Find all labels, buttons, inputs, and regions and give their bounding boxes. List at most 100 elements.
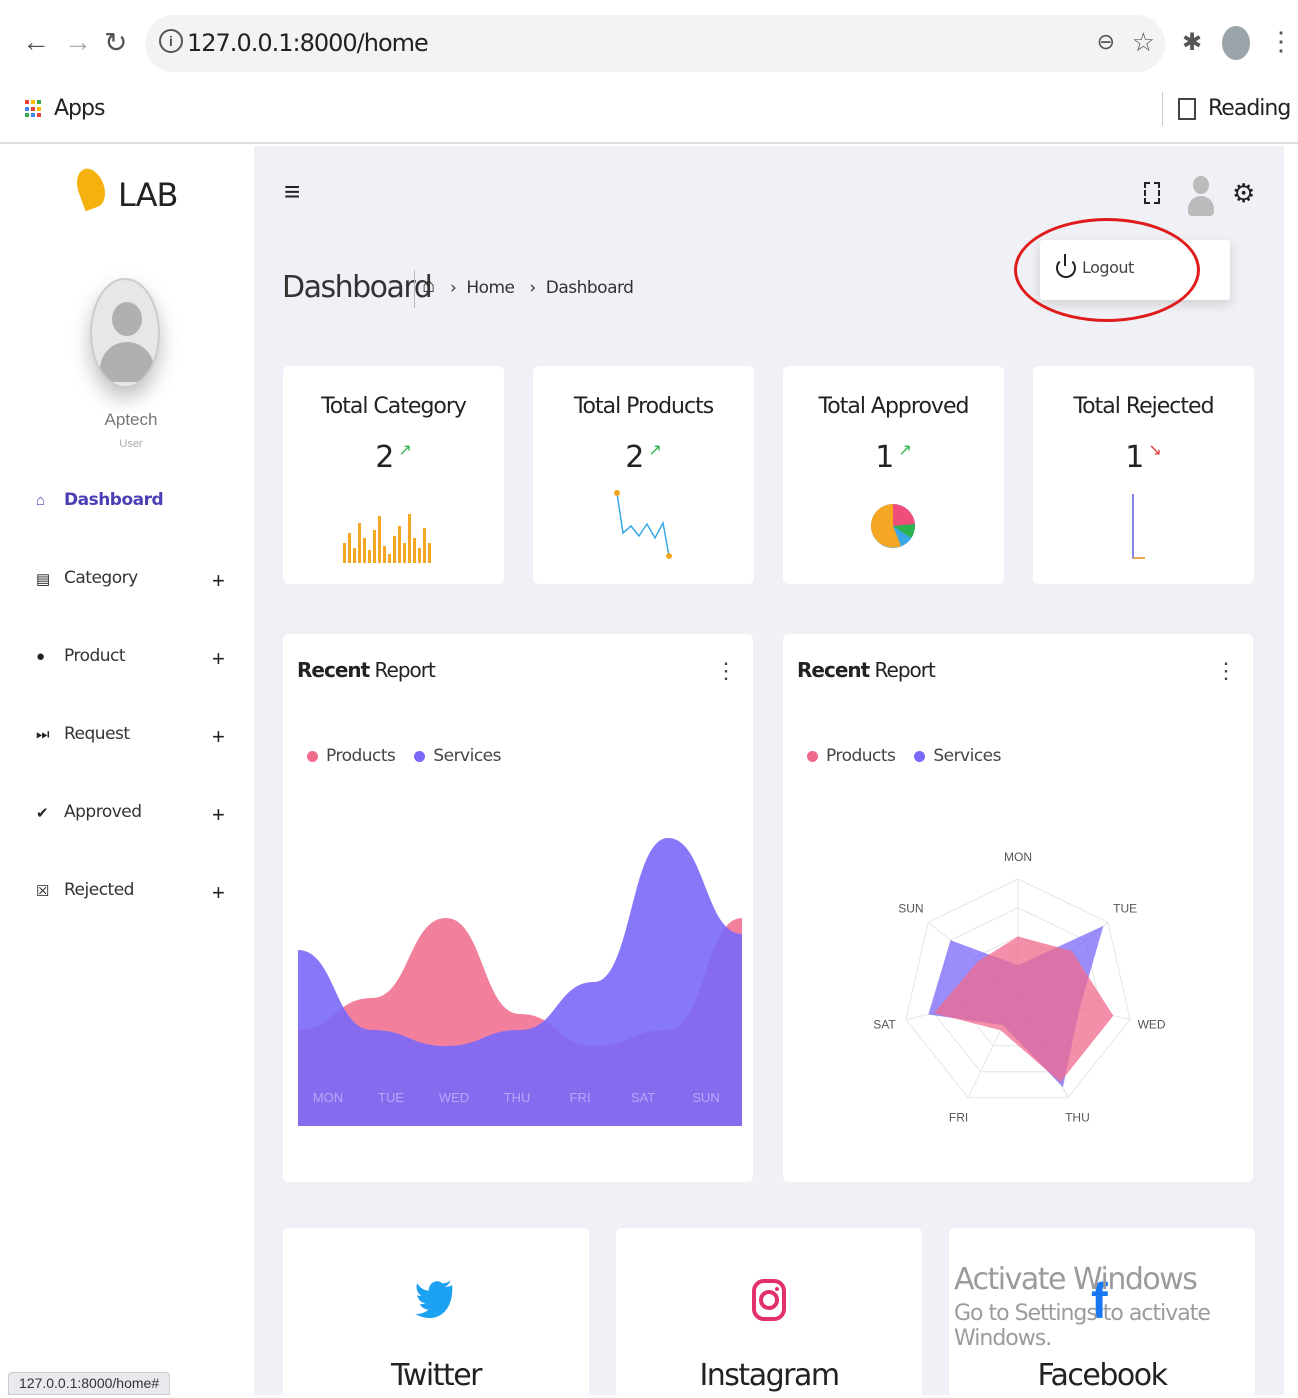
breadcrumb-home[interactable]: Home bbox=[466, 278, 515, 298]
legend-dot-products bbox=[807, 750, 818, 762]
legend-label: Services bbox=[433, 746, 501, 766]
expand-icon[interactable]: + bbox=[212, 724, 225, 750]
more-menu-icon[interactable]: ⋮ bbox=[1268, 26, 1294, 57]
card-title: Recent Report bbox=[797, 658, 936, 682]
leaf-logo-icon bbox=[71, 164, 111, 212]
radar-axis-label: TUE bbox=[1113, 902, 1137, 916]
main-content: ≡ ⚙ Logout Dashboard ⌂ › Home › Dashboard … bbox=[254, 146, 1284, 1398]
social-name: Facebook bbox=[1037, 1358, 1168, 1393]
sidebar: LAB Aptech User ⌂ Dashboard ▤ Category +… bbox=[8, 146, 254, 1395]
sidebar-item-label: Dashboard bbox=[64, 490, 164, 510]
x-tick-label: TUE bbox=[378, 1090, 404, 1105]
fullscreen-icon[interactable] bbox=[1144, 182, 1160, 204]
social-name: Twitter bbox=[390, 1358, 483, 1393]
stat-value: 2 bbox=[375, 440, 395, 475]
windows-activation-watermark: Activate Windows Go to Settings to activ… bbox=[954, 1262, 1211, 1351]
reading-list-label[interactable]: Reading list bbox=[1208, 96, 1298, 121]
sidebar-item-label: Category bbox=[64, 568, 138, 588]
stat-card-category: Total Category 2 ↗ bbox=[283, 366, 504, 584]
apps-label[interactable]: Apps bbox=[54, 96, 105, 121]
expand-icon[interactable]: + bbox=[212, 802, 225, 828]
stat-title: Total Rejected bbox=[1073, 394, 1214, 419]
recent-report-card-radar: Recent Report ⋮ Products Services MON TUE… bbox=[783, 634, 1253, 1182]
back-icon[interactable]: ← bbox=[22, 26, 50, 58]
check-circle-icon: ✔ bbox=[36, 805, 49, 822]
more-options-icon[interactable]: ⋮ bbox=[715, 660, 737, 682]
reading-list-icon[interactable] bbox=[1178, 98, 1196, 120]
info-icon[interactable]: i bbox=[159, 29, 183, 53]
apps-icon[interactable] bbox=[25, 100, 43, 118]
profile-avatar-icon[interactable] bbox=[1188, 176, 1214, 216]
legend-dot-services bbox=[414, 750, 426, 762]
extensions-icon[interactable]: ✱ bbox=[1182, 28, 1202, 57]
x-tick-label: MON bbox=[313, 1090, 343, 1105]
expand-icon[interactable]: + bbox=[212, 568, 225, 594]
expand-icon[interactable]: + bbox=[212, 880, 225, 906]
radar-axis-label: MON bbox=[1004, 850, 1032, 864]
user-avatar bbox=[90, 278, 160, 393]
radar-axis-label: FRI bbox=[949, 1110, 968, 1124]
area-series-services bbox=[298, 838, 742, 1126]
profile-avatar-icon[interactable] bbox=[1222, 26, 1250, 60]
home-icon: ⌂ bbox=[36, 492, 46, 509]
radar-chart: MON TUE WED THU FRI SAT SUN bbox=[873, 850, 1166, 1124]
list-icon: ▤ bbox=[36, 571, 51, 588]
x-tick-label: THU bbox=[504, 1090, 531, 1105]
radar-axis-label: THU bbox=[1065, 1110, 1090, 1124]
x-tick-label: FRI bbox=[570, 1090, 591, 1105]
legend-label: Services bbox=[933, 746, 1001, 766]
sidebar-item-category[interactable]: ▤ Category + bbox=[36, 568, 236, 598]
divider bbox=[1162, 92, 1163, 126]
breadcrumb-current: Dashboard bbox=[545, 278, 634, 298]
reload-icon[interactable]: ↻ bbox=[104, 26, 127, 59]
bookmark-star-icon[interactable]: ☆ bbox=[1132, 27, 1155, 58]
radar-axis-label: SAT bbox=[873, 1017, 896, 1031]
annotation-circle bbox=[1014, 218, 1200, 322]
trend-up-icon: ↗ bbox=[398, 440, 412, 459]
stat-card-rejected: Total Rejected 1 ↘ bbox=[1033, 366, 1254, 584]
sparkline-drop bbox=[1132, 494, 1145, 559]
home-icon[interactable]: ⌂ bbox=[422, 272, 435, 298]
forward-icon[interactable]: → bbox=[64, 26, 92, 58]
zoom-icon[interactable]: ⊖ bbox=[1097, 29, 1115, 55]
sidebar-item-rejected[interactable]: ☒ Rejected + bbox=[36, 880, 236, 910]
sidebar-item-request[interactable]: ⏭ Request + bbox=[36, 724, 236, 754]
sidebar-item-label: Product bbox=[64, 646, 126, 666]
trend-down-icon: ↘ bbox=[1148, 440, 1162, 459]
x-tick-label: SUN bbox=[692, 1090, 719, 1105]
x-tick-label: SAT bbox=[631, 1090, 655, 1105]
gear-icon[interactable]: ⚙ bbox=[1232, 178, 1255, 209]
more-options-icon[interactable]: ⋮ bbox=[1215, 660, 1237, 682]
sidebar-item-label: Approved bbox=[64, 802, 142, 822]
x-square-icon: ☒ bbox=[36, 883, 50, 900]
sidebar-item-product[interactable]: ● Product + bbox=[36, 646, 236, 676]
status-bar-url: 127.0.0.1:8000/home# bbox=[8, 1372, 171, 1395]
card-title: Recent Report bbox=[297, 658, 436, 682]
sidebar-item-dashboard[interactable]: ⌂ Dashboard bbox=[36, 490, 236, 520]
stat-title: Total Category bbox=[321, 394, 467, 419]
sidebar-item-approved[interactable]: ✔ Approved + bbox=[36, 802, 236, 832]
stat-value: 1 bbox=[875, 440, 895, 475]
stat-title: Total Approved bbox=[818, 394, 970, 419]
url-text[interactable]: 127.0.0.1:8000/home bbox=[187, 29, 429, 57]
divider bbox=[414, 270, 415, 308]
social-card-twitter[interactable]: Twitter bbox=[283, 1228, 589, 1398]
stat-title: Total Products bbox=[573, 394, 714, 419]
sparkline-line bbox=[614, 490, 672, 559]
social-card-instagram[interactable]: Instagram bbox=[616, 1228, 922, 1398]
recent-report-card-area: Recent Report ⋮ Products Services MON TUE… bbox=[283, 634, 753, 1182]
address-bar[interactable]: i 127.0.0.1:8000/home ⊖ ☆ bbox=[145, 15, 1165, 72]
product-icon: ● bbox=[36, 648, 46, 665]
pie-mini bbox=[870, 503, 916, 548]
user-name: Aptech bbox=[104, 410, 158, 429]
expand-icon[interactable]: + bbox=[212, 646, 225, 672]
sparkline-bars bbox=[343, 514, 431, 563]
chart-legend: Products Services bbox=[307, 746, 515, 766]
brand-name[interactable]: LAB bbox=[118, 176, 178, 214]
fast-forward-icon: ⏭ bbox=[36, 726, 50, 743]
chart-legend: Products Services bbox=[807, 746, 1015, 766]
hamburger-menu-icon[interactable]: ≡ bbox=[284, 176, 300, 208]
legend-dot-products bbox=[307, 750, 318, 762]
radar-axis-label: SUN bbox=[898, 902, 923, 916]
area-chart: MON TUE WED THU FRI SAT SUN bbox=[298, 838, 742, 1126]
